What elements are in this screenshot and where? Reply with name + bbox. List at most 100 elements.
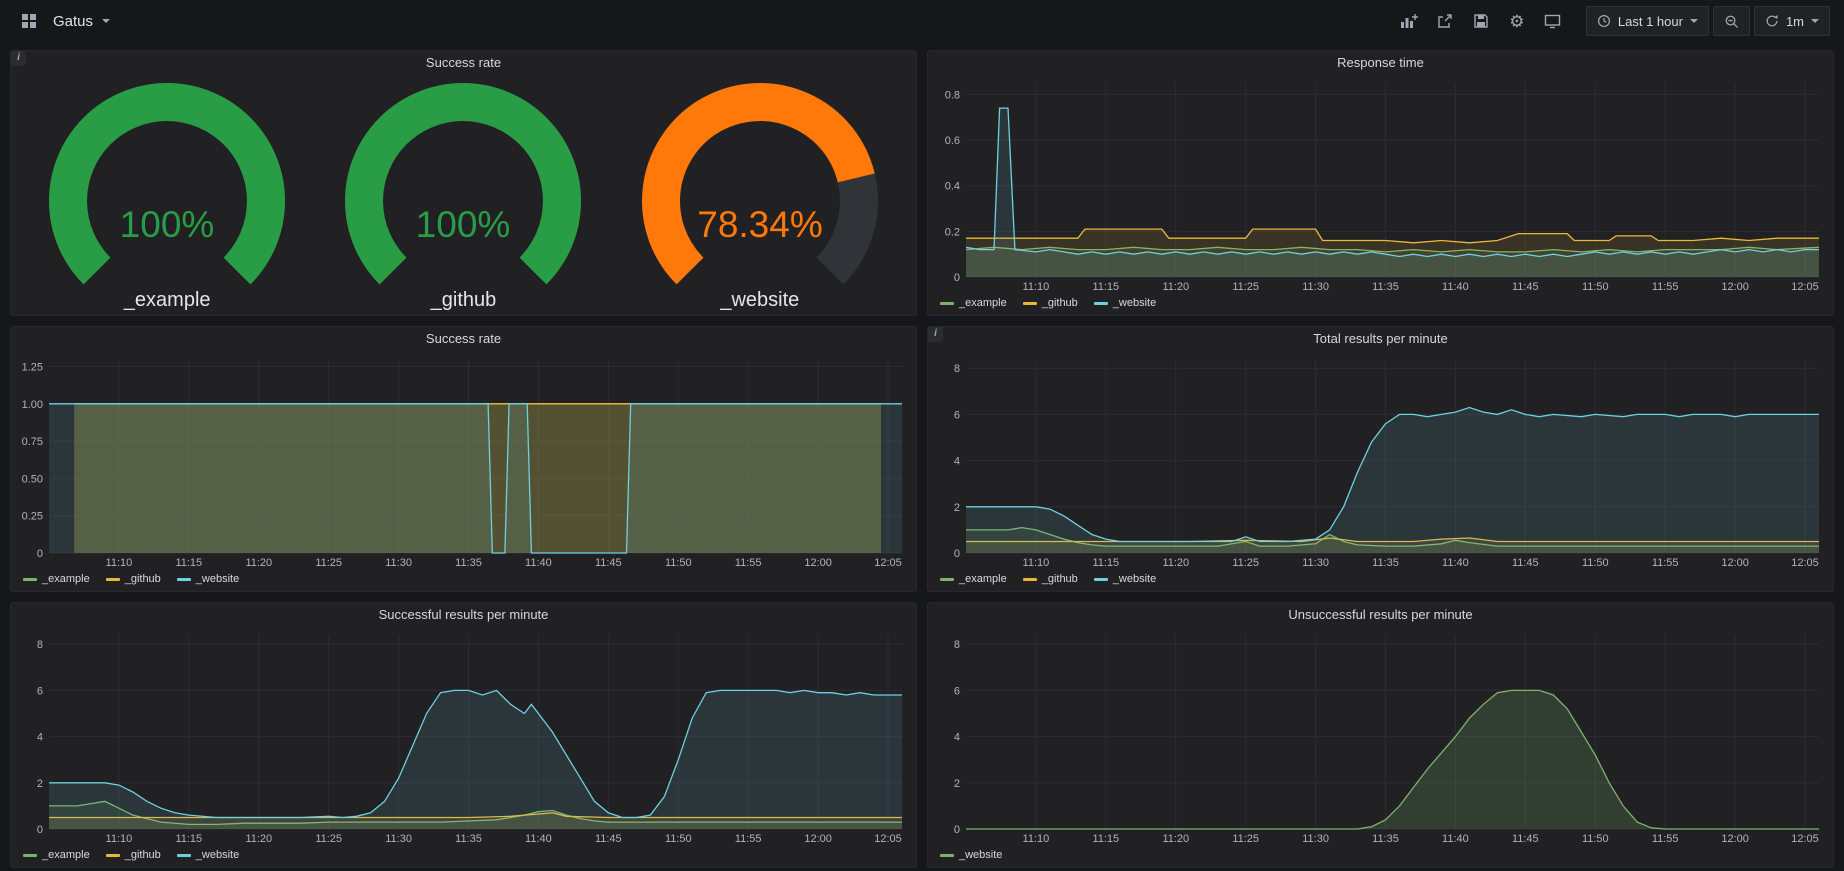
successful-results-chart[interactable]: 11:1011:1511:2011:2511:3011:3511:4011:45… (11, 627, 916, 847)
svg-text:11:35: 11:35 (1372, 557, 1399, 569)
time-range-label: Last 1 hour (1618, 14, 1683, 29)
panel-successful-results: Successful results per minute 11:10 11:15… (10, 602, 917, 868)
legend-swatch (23, 578, 37, 581)
svg-text:11:10: 11:10 (1023, 281, 1050, 293)
svg-text:11:50: 11:50 (1582, 281, 1609, 293)
svg-text:0: 0 (37, 548, 43, 560)
share-button[interactable] (1430, 6, 1460, 36)
svg-text:11:10: 11:10 (106, 833, 133, 845)
unsuccessful-results-chart[interactable]: 11:1011:1511:2011:2511:3011:3511:4011:45… (928, 627, 1833, 847)
svg-text:11:10: 11:10 (1023, 557, 1050, 569)
svg-text:11:50: 11:50 (665, 833, 692, 845)
svg-text:11:45: 11:45 (1512, 557, 1539, 569)
total-results-chart[interactable]: 11:1011:1511:2011:2511:3011:3511:4011:45… (928, 351, 1833, 571)
legend-label: _example (42, 849, 90, 861)
gauge-example: 100%_example (27, 79, 307, 312)
svg-text:11:35: 11:35 (455, 833, 482, 845)
chart-canvas: 11:1011:1511:2011:2511:3011:3511:4011:45… (11, 627, 916, 847)
legend-item-github[interactable]: _github (1023, 297, 1078, 309)
legend-item-example[interactable]: _example (23, 849, 90, 861)
dashboard-grid: i Success rate 100%_example 100% _github 78… (0, 42, 1844, 868)
legend-item-website[interactable]: _website (1094, 573, 1156, 585)
legend-swatch (106, 578, 120, 581)
svg-text:11:25: 11:25 (315, 557, 342, 569)
gear-icon: ⚙ (1509, 13, 1524, 30)
legend-item-website[interactable]: _website (177, 573, 239, 585)
legend-swatch (1023, 302, 1037, 305)
legend-item-example[interactable]: _example (940, 573, 1007, 585)
panel-title[interactable]: Successful results per minute (11, 603, 916, 627)
time-range-caret (1690, 19, 1698, 23)
chart-canvas: 11:1011:1511:2011:2511:3011:3511:4011:45… (11, 351, 916, 571)
panel-title[interactable]: Total results per minute (928, 327, 1833, 351)
svg-text:2: 2 (37, 778, 43, 790)
svg-text:11:20: 11:20 (1162, 557, 1189, 569)
panel-total-results: i Total results per minute 11:1011:1511:… (927, 326, 1834, 592)
svg-text:100%: 100% (416, 204, 511, 245)
zoom-out-button[interactable] (1713, 6, 1750, 36)
chart-legend: _website (928, 847, 1833, 867)
svg-text:4: 4 (954, 456, 960, 468)
gauge-label: _github (431, 289, 497, 312)
legend-item-example[interactable]: _example (23, 573, 90, 585)
svg-text:11:40: 11:40 (525, 833, 552, 845)
svg-text:11:10: 11:10 (1023, 833, 1050, 845)
svg-text:1.00: 1.00 (22, 399, 43, 411)
legend-swatch (940, 578, 954, 581)
chart-legend: _example _github _website (928, 295, 1833, 315)
legend-label: _website (1113, 573, 1156, 585)
success-rate-chart[interactable]: 11:1011:1511:2011:2511:3011:3511:4011:45… (11, 351, 916, 571)
legend-label: _github (1042, 573, 1078, 585)
panel-info-icon[interactable]: i (11, 51, 26, 66)
legend-item-example[interactable]: _example (940, 297, 1007, 309)
svg-text:11:55: 11:55 (735, 557, 762, 569)
legend-swatch (106, 854, 120, 857)
info-glyph: i (17, 52, 20, 63)
svg-text:12:05: 12:05 (874, 833, 902, 845)
dashboard-title[interactable]: Gatus (53, 13, 93, 30)
svg-text:0.6: 0.6 (945, 135, 960, 147)
svg-text:2: 2 (954, 778, 960, 790)
legend-label: _example (959, 573, 1007, 585)
dashboard-dropdown-caret[interactable] (102, 19, 110, 23)
panel-info-icon[interactable]: i (928, 327, 943, 342)
save-button[interactable] (1466, 6, 1496, 36)
add-panel-button[interactable] (1394, 6, 1424, 36)
svg-text:12:05: 12:05 (874, 557, 902, 569)
refresh-picker[interactable]: 1m (1754, 6, 1830, 36)
svg-text:0: 0 (37, 824, 43, 836)
gauge-arc: 100% (323, 79, 603, 287)
legend-label: _example (959, 297, 1007, 309)
legend-label: _website (1113, 297, 1156, 309)
legend-item-github[interactable]: _github (1023, 573, 1078, 585)
panel-title[interactable]: Unsuccessful results per minute (928, 603, 1833, 627)
legend-item-github[interactable]: _github (106, 573, 161, 585)
panel-title[interactable]: Success rate (11, 327, 916, 351)
legend-label: _github (125, 849, 161, 861)
cycle-view-button[interactable] (1538, 6, 1568, 36)
panel-title[interactable]: Response time (928, 51, 1833, 75)
legend-item-website[interactable]: _website (940, 849, 1002, 861)
legend-item-website[interactable]: _website (1094, 297, 1156, 309)
chart-canvas: 11:1011:1511:2011:2511:3011:3511:4011:45… (928, 351, 1833, 571)
legend-item-github[interactable]: _github (106, 849, 161, 861)
svg-text:11:25: 11:25 (315, 833, 342, 845)
svg-text:78.34%: 78.34% (697, 204, 823, 245)
legend-swatch (940, 302, 954, 305)
svg-text:12:00: 12:00 (1721, 557, 1749, 569)
panel-title[interactable]: Success rate (11, 51, 916, 75)
zoom-out-icon (1724, 14, 1739, 29)
svg-text:0: 0 (954, 548, 960, 560)
response-time-chart[interactable]: 11:1011:1511:2011:2511:3011:3511:4011:45… (928, 75, 1833, 295)
svg-text:4: 4 (954, 732, 960, 744)
legend-item-website[interactable]: _website (177, 849, 239, 861)
gauge-label: _website (720, 289, 799, 312)
svg-text:0.75: 0.75 (22, 436, 43, 448)
time-range-picker[interactable]: Last 1 hour (1586, 6, 1709, 36)
settings-button[interactable]: ⚙ (1502, 6, 1532, 36)
legend-swatch (177, 854, 191, 857)
dashboards-grid-icon[interactable] (14, 6, 44, 36)
svg-text:11:30: 11:30 (1302, 557, 1329, 569)
navbar: Gatus ⚙ (0, 0, 1844, 42)
svg-text:11:15: 11:15 (175, 833, 202, 845)
